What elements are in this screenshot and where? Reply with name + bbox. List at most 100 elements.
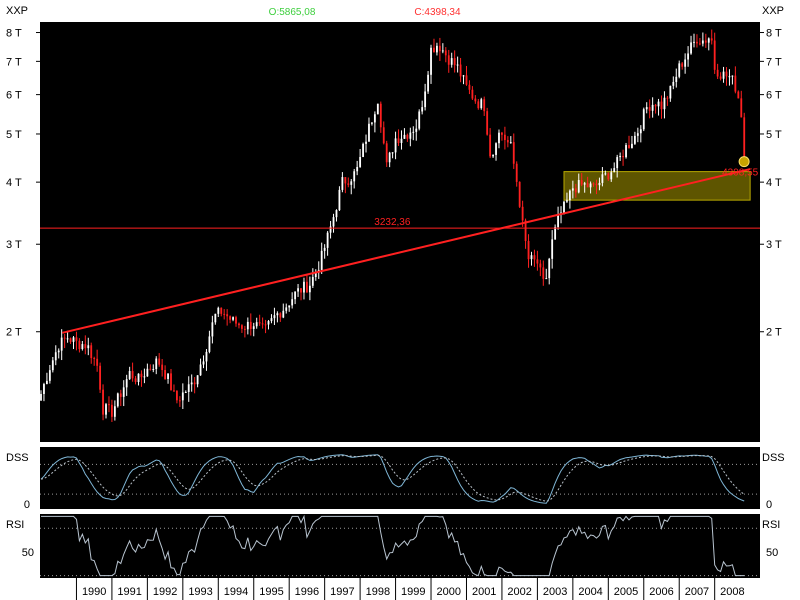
- candle-body: [527, 241, 530, 260]
- candle-body: [288, 305, 291, 308]
- candle-body: [75, 337, 78, 341]
- candle-body: [465, 75, 468, 85]
- candle-body: [595, 183, 598, 186]
- candle-body: [344, 177, 347, 184]
- candle-body: [267, 321, 270, 325]
- candle-body: [376, 103, 379, 115]
- candle-body: [258, 322, 261, 324]
- price-tick-label-right: 7 T: [766, 56, 782, 68]
- candle-body: [329, 226, 332, 233]
- candle-body: [93, 358, 96, 360]
- candle-body: [447, 55, 450, 65]
- rsi-label-left: RSI: [6, 519, 24, 531]
- candle-body: [229, 316, 232, 320]
- candle-body: [335, 210, 338, 218]
- candle-body: [737, 91, 740, 99]
- candle-body: [102, 389, 104, 415]
- candle-body: [610, 172, 613, 180]
- candle-body: [574, 188, 577, 193]
- price-tick-label-left: 8 T: [6, 28, 22, 40]
- candle-body: [276, 313, 279, 316]
- candle-body: [441, 50, 444, 52]
- candle-body: [483, 99, 486, 112]
- candle-body: [255, 322, 258, 327]
- candle-body: [116, 393, 119, 407]
- candle-body: [586, 183, 589, 188]
- candle-body: [146, 368, 149, 377]
- candle-body: [696, 41, 698, 44]
- price-panel: [40, 22, 760, 442]
- candle-body: [424, 91, 427, 108]
- candle-body: [557, 214, 559, 228]
- candle-body: [43, 384, 45, 394]
- candle-body: [571, 188, 574, 191]
- candle-body: [323, 247, 326, 251]
- candle-body: [140, 373, 143, 378]
- candle-body: [303, 281, 305, 293]
- candle-body: [87, 345, 90, 349]
- candle-body: [170, 373, 172, 391]
- candle-body: [311, 277, 314, 286]
- candle-body: [202, 361, 205, 365]
- candle-body: [512, 142, 515, 164]
- year-label: 2004: [578, 586, 602, 598]
- candle-body: [193, 382, 196, 385]
- candle-body: [45, 380, 48, 385]
- candle-body: [663, 97, 666, 110]
- candle-body: [388, 152, 391, 163]
- candle-body: [187, 384, 190, 392]
- candle-body: [350, 181, 353, 185]
- candle-body: [161, 364, 164, 371]
- candle-body: [279, 313, 282, 318]
- candle-body: [285, 307, 288, 311]
- candle-body: [566, 200, 568, 202]
- candle-body: [119, 393, 122, 397]
- candle-body: [190, 382, 193, 385]
- candle-body: [495, 143, 497, 155]
- candle-body: [78, 340, 81, 350]
- candle-body: [252, 326, 255, 329]
- dss-label-left: DSS: [6, 452, 29, 464]
- candle-body: [113, 406, 116, 417]
- candle-body: [63, 337, 66, 339]
- candle-body: [48, 370, 51, 381]
- corner-label-right: XXP: [762, 5, 784, 17]
- price-tick-label-right: 6 T: [766, 90, 782, 102]
- candle-body: [725, 71, 728, 77]
- candle-body: [332, 217, 335, 227]
- candle-body: [474, 98, 477, 102]
- candle-body: [498, 132, 500, 144]
- candle-body: [743, 117, 746, 162]
- candle-body: [176, 390, 178, 401]
- candle-body: [601, 174, 604, 183]
- candle-body: [249, 321, 252, 329]
- candle-body: [81, 344, 84, 350]
- candle-body: [379, 103, 382, 128]
- candle-body: [468, 84, 471, 90]
- year-label: 2007: [685, 586, 709, 598]
- year-label: 2006: [649, 586, 673, 598]
- candle-body: [548, 258, 551, 279]
- candle-body: [149, 368, 152, 370]
- candle-body: [722, 71, 725, 79]
- candle-body: [607, 173, 610, 180]
- candle-body: [450, 58, 453, 65]
- candle-body: [716, 69, 719, 77]
- candle-body: [657, 101, 660, 107]
- candle-body: [554, 227, 557, 240]
- candle-body: [152, 369, 155, 371]
- candle-body: [501, 132, 503, 135]
- year-label: 2003: [543, 586, 567, 598]
- candle-body: [409, 132, 412, 139]
- candle-body: [391, 152, 394, 154]
- candle-body: [72, 337, 75, 342]
- candle-body: [613, 168, 616, 173]
- candle-body: [51, 360, 54, 371]
- candle-body: [90, 345, 93, 359]
- candle-body: [403, 134, 406, 139]
- candle-body: [740, 98, 743, 118]
- candle-body: [707, 38, 710, 43]
- year-label: 2000: [437, 586, 461, 598]
- price-tick-label-left: 2 T: [6, 327, 22, 339]
- candle-body: [471, 89, 474, 99]
